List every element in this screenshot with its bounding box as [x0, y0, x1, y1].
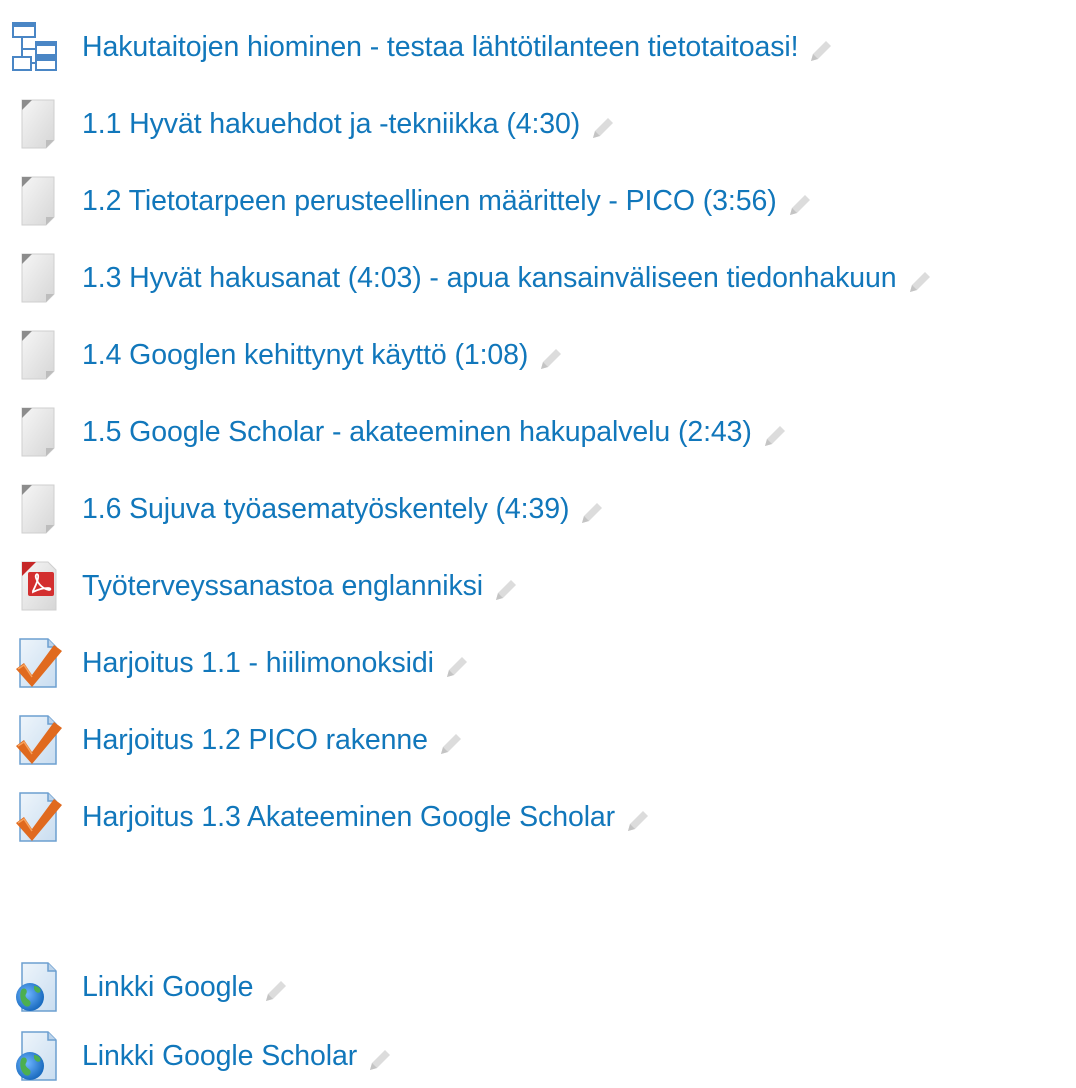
- edit-pencil-icon[interactable]: [625, 808, 651, 834]
- activity-link[interactable]: Harjoitus 1.3 Akateeminen Google Scholar: [82, 801, 615, 834]
- activity-item-url[interactable]: Linkki Google: [10, 955, 289, 1019]
- activity-item-page[interactable]: 1.2 Tietotarpeen perusteellinen määritte…: [10, 169, 813, 233]
- edit-pencil-icon[interactable]: [538, 346, 564, 372]
- edit-pencil-icon[interactable]: [590, 115, 616, 141]
- activity-item-folder[interactable]: Hakutaitojen hiominen - testaa lähtötila…: [10, 15, 834, 79]
- pdf-icon: [10, 558, 66, 614]
- activity-item-pdf[interactable]: Työterveyssanastoa englanniksi: [10, 554, 519, 618]
- page-icon: [10, 327, 66, 383]
- assignment-icon: [10, 712, 66, 768]
- page-icon: [10, 250, 66, 306]
- edit-pencil-icon[interactable]: [263, 978, 289, 1004]
- page-icon: [10, 404, 66, 460]
- activity-link[interactable]: 1.2 Tietotarpeen perusteellinen määritte…: [82, 185, 777, 218]
- activity-link[interactable]: Harjoitus 1.2 PICO rakenne: [82, 724, 428, 757]
- edit-pencil-icon[interactable]: [493, 577, 519, 603]
- url-icon: [10, 1028, 66, 1084]
- assignment-icon: [10, 635, 66, 691]
- activity-link[interactable]: 1.1 Hyvät hakuehdot ja -tekniikka (4:30): [82, 108, 580, 141]
- edit-pencil-icon[interactable]: [907, 269, 933, 295]
- activity-link[interactable]: Hakutaitojen hiominen - testaa lähtötila…: [82, 31, 799, 64]
- activity-item-page[interactable]: 1.1 Hyvät hakuehdot ja -tekniikka (4:30): [10, 92, 616, 156]
- activity-item-assignment[interactable]: Harjoitus 1.2 PICO rakenne: [10, 708, 464, 772]
- url-icon: [10, 959, 66, 1015]
- edit-pencil-icon[interactable]: [444, 654, 470, 680]
- activity-link[interactable]: Harjoitus 1.1 - hiilimonoksidi: [82, 647, 434, 680]
- activity-link[interactable]: 1.5 Google Scholar - akateeminen hakupal…: [82, 416, 752, 449]
- activity-link[interactable]: Työterveyssanastoa englanniksi: [82, 570, 483, 603]
- edit-pencil-icon[interactable]: [787, 192, 813, 218]
- page-icon: [10, 173, 66, 229]
- edit-pencil-icon[interactable]: [579, 500, 605, 526]
- page-icon: [10, 481, 66, 537]
- activity-item-page[interactable]: 1.5 Google Scholar - akateeminen hakupal…: [10, 400, 788, 464]
- activity-item-page[interactable]: 1.6 Sujuva työasematyöskentely (4:39): [10, 477, 605, 541]
- activity-link[interactable]: 1.3 Hyvät hakusanat (4:03) - apua kansai…: [82, 262, 897, 295]
- activity-item-assignment[interactable]: Harjoitus 1.3 Akateeminen Google Scholar: [10, 785, 651, 849]
- activity-item-page[interactable]: 1.4 Googlen kehittynyt käyttö (1:08): [10, 323, 564, 387]
- activity-link[interactable]: Linkki Google Scholar: [82, 1040, 357, 1073]
- activity-item-url[interactable]: Linkki Google Scholar: [10, 1024, 393, 1088]
- assignment-icon: [10, 789, 66, 845]
- edit-pencil-icon[interactable]: [808, 38, 834, 64]
- activity-item-page[interactable]: 1.3 Hyvät hakusanat (4:03) - apua kansai…: [10, 246, 933, 310]
- activity-link[interactable]: 1.4 Googlen kehittynyt käyttö (1:08): [82, 339, 528, 372]
- activity-link[interactable]: 1.6 Sujuva työasematyöskentely (4:39): [82, 493, 570, 526]
- page-icon: [10, 96, 66, 152]
- activity-link[interactable]: Linkki Google: [82, 971, 253, 1004]
- edit-pencil-icon[interactable]: [762, 423, 788, 449]
- edit-pencil-icon[interactable]: [367, 1047, 393, 1073]
- folder-tree-icon: [10, 19, 66, 75]
- activity-item-assignment[interactable]: Harjoitus 1.1 - hiilimonoksidi: [10, 631, 470, 695]
- edit-pencil-icon[interactable]: [438, 731, 464, 757]
